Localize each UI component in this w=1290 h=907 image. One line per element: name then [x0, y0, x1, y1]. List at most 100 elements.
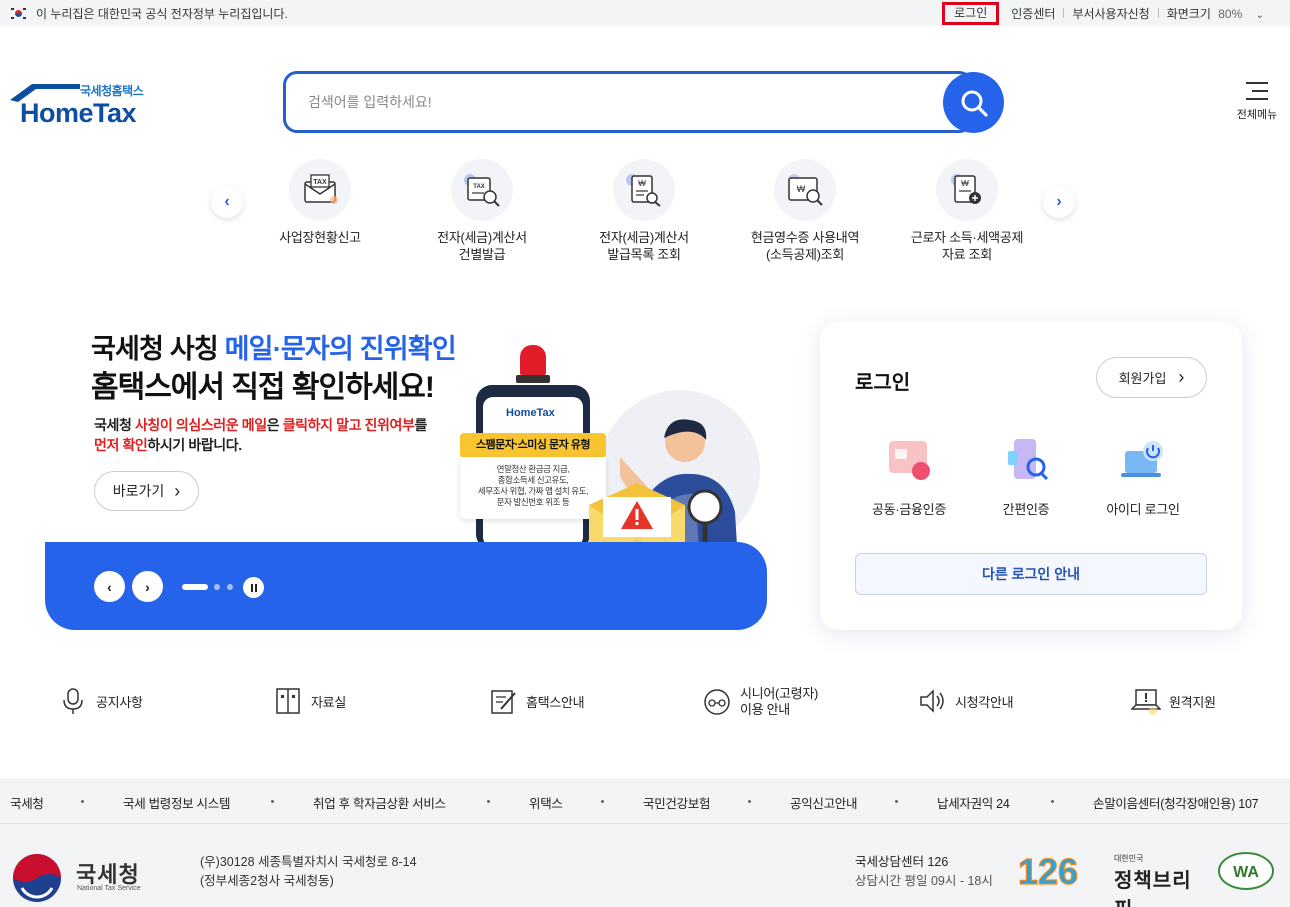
all-menu-label: 전체메뉴 [1236, 109, 1278, 121]
cert-login-label: 공동·금융인증 [872, 502, 946, 517]
spam-type-title: 스팸문자·스미싱 문자 유형 [460, 433, 606, 458]
footer-link-relay-center[interactable]: 손말이음센터(청각장애인용) 107 [1093, 793, 1259, 812]
banner-next-button[interactable]: › [132, 571, 163, 602]
all-menu-button[interactable]: 전체메뉴 [1232, 82, 1282, 122]
quick-menu-item-business-report[interactable]: TAX 사업장현황신고 [250, 159, 390, 246]
quick-menu-label: 사업장현황신고 [279, 230, 361, 245]
siren-icon [520, 345, 546, 375]
chevron-right-icon: › [145, 578, 150, 595]
audiovisual-guide-label: 시청각안내 [955, 694, 1014, 710]
phone-logo: HomeTax [506, 407, 555, 419]
spam-type-body: 연말정산 환급금 지급, 종합소득세 신고유도, 세무조사 위협, 가짜 앱 설… [460, 457, 606, 519]
join-button[interactable]: 회원가입 › [1096, 357, 1207, 398]
senior-guide-label: 시니어(고령자) 이용 안내 [740, 686, 819, 717]
remote-laptop-icon [1131, 686, 1161, 716]
dept-user-apply-link[interactable]: 부서사용자신청 [1064, 5, 1157, 22]
desc-part: 를 [414, 417, 427, 433]
search-input[interactable] [308, 90, 908, 114]
footer-address: (우)30128 세종특별자치시 국세청로 8-14 (정부세종2청사 국세청동… [200, 853, 417, 891]
divider [601, 800, 604, 803]
quick-menu-label: 전자(세금)계산서 건별발급 [437, 230, 527, 262]
footer-link-nts[interactable]: 국세청 [10, 793, 44, 812]
notice-label: 공지사항 [96, 694, 143, 710]
desc-part: 은 [266, 417, 283, 433]
divider [1051, 800, 1054, 803]
receipt-search-icon: ₩ [774, 159, 836, 221]
svg-text:₩: ₩ [638, 179, 646, 188]
remote-support-link[interactable]: 원격지원 [1131, 686, 1216, 716]
svg-text:₩: ₩ [797, 184, 806, 194]
footer-link-nhis[interactable]: 국민건강보험 [643, 793, 711, 812]
gov-notice-text: 이 누리집은 대한민국 공식 전자정부 누리집입니다. [36, 7, 288, 21]
svg-text:TAX: TAX [313, 179, 327, 186]
archive-link[interactable]: 자료실 [273, 686, 346, 716]
senior-guide-link[interactable]: 시니어(고령자) 이용 안내 [702, 686, 818, 718]
footer-link-wetax[interactable]: 위택스 [529, 793, 563, 812]
simple-auth-option[interactable]: 간편인증 [966, 437, 1086, 518]
senior-icon [702, 687, 732, 717]
footer-link-student-loan[interactable]: 취업 후 학자금상환 서비스 [313, 793, 446, 812]
notice-link[interactable]: 공지사항 [58, 686, 143, 716]
footer-info [0, 824, 1290, 907]
zoom-control[interactable]: 화면크기 80% ⌄ [1159, 5, 1272, 22]
cert-center-link[interactable]: 인증센터 [1003, 5, 1063, 22]
other-login-guide-button[interactable]: 다른 로그인 안내 [855, 553, 1207, 595]
search-icon [961, 90, 988, 117]
chevron-down-icon: ⌄ [1255, 9, 1264, 21]
brief-big: 정책브리핑 [1114, 870, 1192, 907]
top-utility-links: 로그인 인증센터 부서사용자신청 화면크기 80% ⌄ [942, 0, 1272, 26]
tax-envelope-icon: TAX [289, 159, 351, 221]
chevron-right-icon: › [1056, 193, 1062, 210]
cert-login-option[interactable]: 공동·금융인증 [849, 437, 969, 518]
address-line: (정부세종2청사 국세청동) [200, 874, 334, 888]
banner-description: 국세청 사칭이 의심스러운 메일은 클릭하지 말고 진위여부를 먼저 확인하시기… [94, 415, 427, 455]
search-box [283, 71, 973, 133]
desc-part: 사칭이 의심스러운 메일 [134, 417, 267, 433]
deduction-doc-icon: ₩ [936, 159, 998, 221]
footer-link-whistleblow[interactable]: 공익신고안내 [790, 793, 858, 812]
search-button[interactable] [943, 72, 1004, 133]
banner-indicator-active[interactable] [182, 584, 208, 590]
banner-subtitle: 홈택스에서 직접 확인하세요! [91, 371, 435, 404]
call-126-logo[interactable]: 126 [1012, 852, 1085, 888]
policy-briefing-logo[interactable]: 대한민국 정책브리핑 [1114, 853, 1196, 907]
footer-link-law-system[interactable]: 국세 법령정보 시스템 [123, 793, 230, 812]
banner-go-button[interactable]: 바로가기 › [94, 471, 199, 511]
gov-notice-bar: 이 누리집은 대한민국 공식 전자정부 누리집입니다. 로그인 인증센터 부서사… [0, 0, 1290, 26]
quick-menu-item-cash-receipt[interactable]: ₩ 현금영수증 사용내역 (소득공제)조회 [735, 159, 875, 263]
hometax-guide-link[interactable]: 홈택스안내 [488, 686, 585, 716]
footer-link-taxpayer-rights[interactable]: 납세자권익 24 [937, 793, 1010, 812]
hometax-logo[interactable]: 국세청홈택스 HomeTax [10, 82, 155, 128]
quick-menu-item-deduction-data[interactable]: ₩ 근로자 소득·세액공제 자료 조회 [897, 159, 1037, 263]
audiovisual-guide-link[interactable]: 시청각안내 [917, 686, 1014, 716]
divider [81, 800, 84, 803]
banner-prev-button[interactable]: ‹ [94, 571, 125, 602]
archive-icon [273, 686, 303, 716]
svg-text:TAX: TAX [473, 184, 485, 190]
divider [487, 800, 490, 803]
svg-text:126: 126 [1018, 852, 1078, 888]
address-line: (우)30128 세종특별자치시 국세청로 8-14 [200, 855, 417, 869]
quick-menu-item-invoice-issue[interactable]: TAX 전자(세금)계산서 건별발급 [412, 159, 552, 263]
archive-label: 자료실 [311, 694, 346, 710]
banner-indicator[interactable] [227, 584, 233, 590]
guide-edit-icon [488, 686, 518, 716]
quick-menu-label: 현금영수증 사용내역 (소득공제)조회 [750, 230, 860, 262]
quick-menu-prev-button[interactable]: ‹ [211, 186, 243, 218]
top-login-link[interactable]: 로그인 [942, 1, 1000, 25]
web-accessibility-mark-icon: WA [1218, 852, 1274, 890]
zoom-value: 80% [1218, 6, 1243, 21]
id-login-icon [1117, 437, 1169, 485]
quick-menu-item-invoice-list[interactable]: ₩ 전자(세금)계산서 발급목록 조회 [574, 159, 714, 263]
call-center-hours: 상담시간 평일 09시 - 18시 [855, 874, 993, 888]
go-button-label: 바로가기 [112, 483, 165, 499]
chevron-left-icon: ‹ [224, 193, 230, 210]
id-login-option[interactable]: 아이디 로그인 [1083, 437, 1203, 518]
divider [748, 800, 751, 803]
quick-menu-next-button[interactable]: › [1043, 186, 1075, 218]
quick-menu-label: 근로자 소득·세액공제 자료 조회 [910, 230, 1024, 262]
simple-auth-label: 간편인증 [1002, 502, 1050, 517]
banner-pause-button[interactable] [243, 577, 264, 598]
banner-indicator[interactable] [214, 584, 220, 590]
desc-part: 먼저 확인 [94, 437, 148, 453]
